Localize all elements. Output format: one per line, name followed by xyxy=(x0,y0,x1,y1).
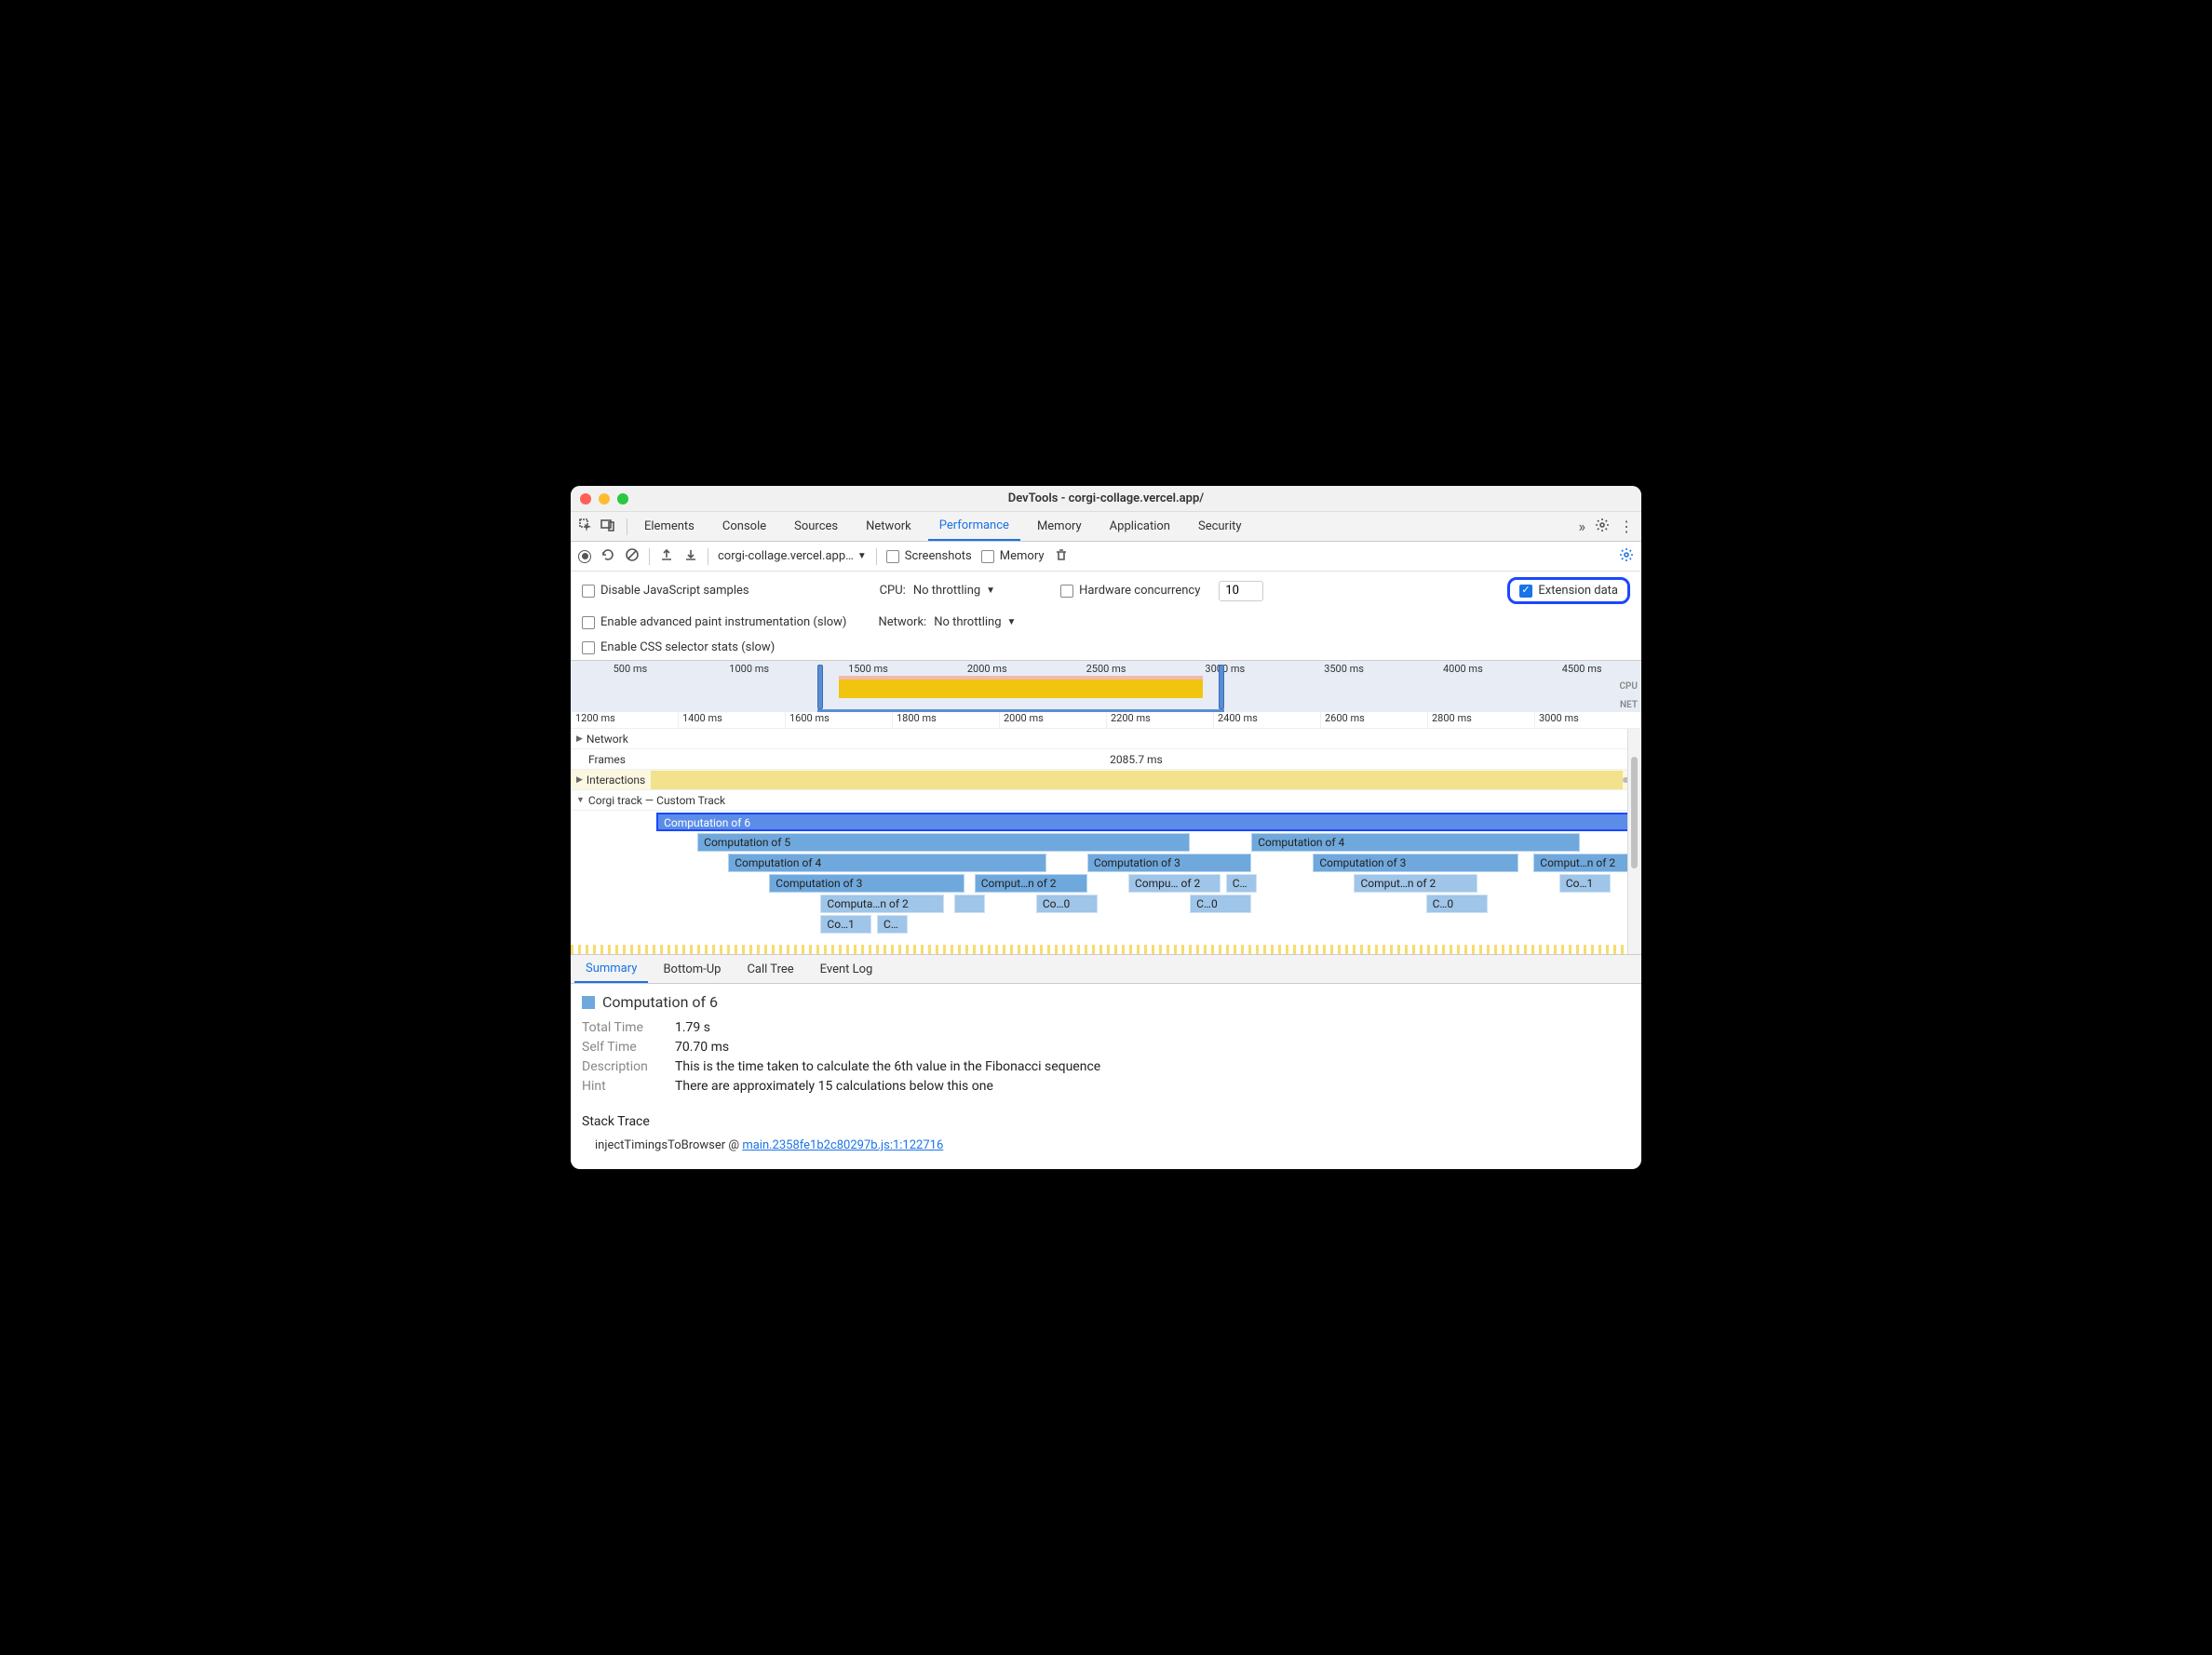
more-tabs-icon[interactable]: » xyxy=(1579,518,1586,535)
settings-row-3: Enable CSS selector stats (slow) xyxy=(571,635,1641,660)
color-swatch xyxy=(582,996,595,1009)
flame-bar[interactable]: Co…0 xyxy=(1036,895,1098,913)
main-tabs: Elements Console Sources Network Perform… xyxy=(571,512,1641,542)
flame-bar[interactable]: C…0 xyxy=(1426,895,1488,913)
frames-track[interactable]: Frames 2085.7 ms xyxy=(571,749,1641,770)
kebab-menu-icon[interactable]: ⋮ xyxy=(1619,518,1634,535)
flame-strip xyxy=(571,945,1641,954)
flame-chart[interactable]: Computation of 6 Computation of 5 Computat… xyxy=(571,811,1641,941)
flame-bar[interactable]: Comput…n of 2 xyxy=(1533,854,1636,872)
flame-bar[interactable] xyxy=(954,895,985,913)
minimize-window-button[interactable] xyxy=(599,493,610,505)
tab-summary[interactable]: Summary xyxy=(574,955,648,983)
disclosure-triangle-icon: ▶ xyxy=(576,734,583,744)
inspect-icon[interactable] xyxy=(578,518,593,536)
tab-sources[interactable]: Sources xyxy=(783,512,849,541)
download-button[interactable] xyxy=(683,547,698,566)
overview-handle-left[interactable] xyxy=(817,665,823,709)
capture-settings-gear-icon[interactable] xyxy=(1619,547,1634,566)
hardware-concurrency-input[interactable] xyxy=(1219,581,1263,601)
window-titlebar: DevTools - corgi-collage.vercel.app/ xyxy=(571,486,1641,512)
settings-row-1: Disable JavaScript samples CPU: No throt… xyxy=(571,572,1641,610)
flame-bar[interactable]: Computation of 6 xyxy=(656,813,1631,831)
garbage-collect-icon[interactable] xyxy=(1054,547,1069,566)
tab-security[interactable]: Security xyxy=(1187,512,1253,541)
interactions-bar xyxy=(651,771,1623,789)
clear-button[interactable] xyxy=(625,547,640,566)
tab-performance[interactable]: Performance xyxy=(928,512,1020,541)
tab-elements[interactable]: Elements xyxy=(633,512,706,541)
device-toggle-icon[interactable] xyxy=(600,518,615,536)
settings-gear-icon[interactable] xyxy=(1595,518,1610,536)
timeline-tracks: ▶Network Frames 2085.7 ms ▶Interactions … xyxy=(571,729,1641,954)
chevron-down-icon: ▼ xyxy=(1007,617,1017,627)
interactions-track[interactable]: ▶Interactions xyxy=(571,770,1641,790)
disclosure-triangle-icon: ▶ xyxy=(576,775,583,785)
window-title: DevTools - corgi-collage.vercel.app/ xyxy=(571,491,1641,505)
timeline-ruler: 1200 ms1400 ms1600 ms1800 ms2000 ms2200 … xyxy=(571,712,1641,729)
tab-console[interactable]: Console xyxy=(711,512,777,541)
flame-bar[interactable]: Comput…n of 2 xyxy=(975,874,1087,893)
chevron-down-icon: ▼ xyxy=(857,551,867,561)
disclosure-triangle-icon: ▼ xyxy=(576,795,585,805)
upload-button[interactable] xyxy=(659,547,674,566)
disable-js-checkbox[interactable]: Disable JavaScript samples xyxy=(582,584,749,598)
flame-bar[interactable]: Computation of 3 xyxy=(769,874,964,893)
tab-event-log[interactable]: Event Log xyxy=(809,955,884,983)
css-stats-checkbox[interactable]: Enable CSS selector stats (slow) xyxy=(582,640,775,654)
recording-selector[interactable]: corgi-collage.vercel.app… ▼ xyxy=(718,549,867,563)
chevron-down-icon: ▼ xyxy=(986,585,995,596)
window-controls xyxy=(580,493,628,505)
cpu-throttling-select[interactable]: No throttling▼ xyxy=(913,584,995,598)
tab-application[interactable]: Application xyxy=(1099,512,1181,541)
flame-bar[interactable]: Compu… of 2 xyxy=(1128,874,1221,893)
close-window-button[interactable] xyxy=(580,493,591,505)
flame-bar[interactable]: Comput…n of 2 xyxy=(1354,874,1477,893)
record-button[interactable] xyxy=(578,550,591,563)
flame-bar[interactable]: Computation of 4 xyxy=(728,854,1046,872)
flame-bar[interactable]: Co…1 xyxy=(820,915,871,934)
summary-title: Computation of 6 xyxy=(582,993,1630,1011)
details-tabs: Summary Bottom-Up Call Tree Event Log xyxy=(571,954,1641,984)
memory-checkbox[interactable]: Memory xyxy=(981,549,1045,563)
flame-bar[interactable]: Computation of 3 xyxy=(1313,854,1517,872)
devtools-window: DevTools - corgi-collage.vercel.app/ Ele… xyxy=(571,486,1641,1169)
tab-memory[interactable]: Memory xyxy=(1026,512,1093,541)
settings-row-2: Enable advanced paint instrumentation (s… xyxy=(571,610,1641,635)
stack-trace-heading: Stack Trace xyxy=(582,1114,1630,1129)
overview-handle-right[interactable] xyxy=(1219,665,1224,709)
stack-trace-line: injectTimingsToBrowser @ main.2358fe1b2c… xyxy=(582,1138,1630,1152)
corgi-track-header[interactable]: ▼Corgi track — Custom Track xyxy=(571,790,1641,811)
screenshots-checkbox[interactable]: Screenshots xyxy=(886,549,972,563)
performance-toolbar: corgi-collage.vercel.app… ▼ Screenshots … xyxy=(571,542,1641,572)
advanced-paint-checkbox[interactable]: Enable advanced paint instrumentation (s… xyxy=(582,615,846,629)
flame-bar[interactable]: Computation of 5 xyxy=(697,833,1190,852)
flame-bar[interactable]: Computa…n of 2 xyxy=(820,895,943,913)
flame-bar[interactable]: C…0 xyxy=(1190,895,1251,913)
maximize-window-button[interactable] xyxy=(617,493,628,505)
stack-trace-link[interactable]: main.2358fe1b2c80297b.js:1:122716 xyxy=(742,1138,943,1152)
flame-bar[interactable]: C… xyxy=(877,915,908,934)
flame-bar[interactable]: Computation of 4 xyxy=(1251,833,1580,852)
summary-panel: Computation of 6 Total Time1.79 s Self T… xyxy=(571,984,1641,1169)
flame-bar[interactable]: Co…1 xyxy=(1559,874,1611,893)
hardware-concurrency-checkbox[interactable]: Hardware concurrency xyxy=(1060,584,1200,598)
network-track[interactable]: ▶Network xyxy=(571,729,1641,749)
extension-data-checkbox[interactable]: Extension data xyxy=(1519,584,1618,598)
flame-bar[interactable]: Computation of 3 xyxy=(1087,854,1251,872)
reload-button[interactable] xyxy=(600,547,615,566)
network-throttling-select[interactable]: No throttling▼ xyxy=(934,615,1016,629)
tab-network[interactable]: Network xyxy=(855,512,923,541)
tab-call-tree[interactable]: Call Tree xyxy=(735,955,804,983)
timeline-overview[interactable]: 500 ms1000 ms1500 ms2000 ms2500 ms3000 m… xyxy=(571,660,1641,712)
overview-activity-region xyxy=(839,679,1203,698)
tab-bottom-up[interactable]: Bottom-Up xyxy=(652,955,732,983)
timeline-scrollbar[interactable] xyxy=(1627,729,1640,954)
flame-bar[interactable]: C… xyxy=(1226,874,1257,893)
